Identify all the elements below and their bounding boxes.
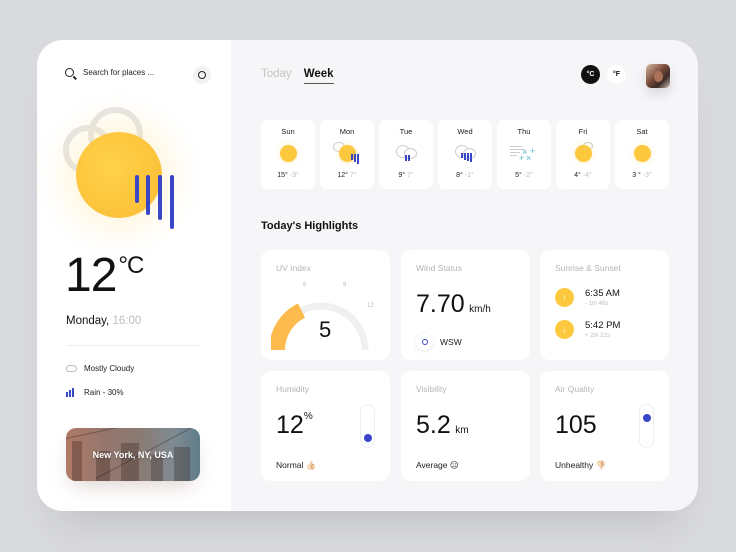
fahrenheit-toggle[interactable]: °F <box>607 65 626 84</box>
uv-value: 5 <box>319 317 332 342</box>
cloud-rain-icon <box>396 142 418 164</box>
sunrise-sunset-card: Sunrise & Sunset ↑ 6:35 AM - 1m 46s ↓ 5:4… <box>540 250 669 360</box>
arrow-down-icon: ↓ <box>555 320 574 339</box>
visibility-value: 5.2 km <box>416 411 469 439</box>
humidity-card: Humidity 12% Normal 👍🏻 <box>261 371 390 481</box>
humidity-value: 12% <box>276 411 313 439</box>
wind-direction: WSW <box>416 333 462 350</box>
sun-icon <box>278 142 300 164</box>
current-day-time: Monday, 16:00 <box>66 315 141 327</box>
rain-icon <box>66 388 78 397</box>
air-quality-value: 105 <box>555 411 597 439</box>
weekly-forecast: Sun 15° -3° Mon 12° 7° Tue 9° 7° Wed 8° … <box>261 120 669 189</box>
current-day: Monday, <box>66 315 110 327</box>
air-quality-level-indicator <box>639 404 654 448</box>
uv-tick: 12 <box>367 303 374 309</box>
sun-cloud-icon <box>573 142 595 164</box>
highlights-title: Today's Highlights <box>261 220 359 232</box>
humidity-level-indicator <box>360 404 375 448</box>
uv-index-card: UV Index 6 9 12 5 <box>261 250 390 360</box>
sun-cloud-rain-icon <box>333 142 359 164</box>
humidity-status: Normal 👍🏻 <box>276 460 317 470</box>
city-name: New York, NY, USA <box>92 449 174 460</box>
crosshair-icon <box>198 71 206 79</box>
forecast-day-card[interactable]: Sun 15° -3° <box>261 120 315 189</box>
search-bar[interactable]: Search for places ... <box>65 68 154 77</box>
wind-speed: 7.70 km/h <box>416 290 491 318</box>
compass-icon <box>416 333 433 350</box>
forecast-day-card[interactable]: Sat 3 ° -3° <box>615 120 669 189</box>
weather-app-window: Search for places ... 12°C Monday, 16:00… <box>37 40 698 511</box>
sun-cloud-rain-illustration-icon <box>63 105 183 235</box>
uv-tick: 9 <box>343 282 347 288</box>
city-card[interactable]: New York, NY, USA <box>66 428 200 481</box>
celsius-toggle[interactable]: °C <box>581 65 600 84</box>
tab-week[interactable]: Week <box>303 68 334 84</box>
sidebar-current-weather: Search for places ... 12°C Monday, 16:00… <box>37 40 231 511</box>
visibility-card: Visibility 5.2 km Average 😐 <box>401 371 530 481</box>
arrow-up-icon: ↑ <box>555 288 574 307</box>
view-tabs: Today Week <box>261 68 334 84</box>
uv-tick: 6 <box>303 282 307 288</box>
divider <box>66 345 201 346</box>
forecast-day-card[interactable]: Wed 8° -1° <box>438 120 492 189</box>
uv-gauge-fill <box>271 303 306 351</box>
forecast-day-card[interactable]: Fri 4° -4° <box>556 120 610 189</box>
search-icon <box>65 68 74 77</box>
current-time: 16:00 <box>112 315 142 327</box>
air-quality-level-dot <box>643 414 651 422</box>
sunrise-row: ↑ 6:35 AM - 1m 46s <box>555 288 620 307</box>
condition-rain: Rain - 30% <box>66 388 124 397</box>
wind-snow-icon: × + + × <box>510 142 536 164</box>
humidity-level-dot <box>364 434 372 443</box>
sunset-row: ↓ 5:42 PM + 2m 22s <box>555 320 620 339</box>
forecast-day-card[interactable]: Mon 12° 7° <box>320 120 374 189</box>
visibility-status: Average 😐 <box>416 460 459 470</box>
forecast-day-card[interactable]: Tue 9° 7° <box>379 120 433 189</box>
search-input[interactable]: Search for places ... <box>83 68 154 77</box>
current-location-button[interactable] <box>193 66 211 84</box>
user-avatar[interactable] <box>646 64 670 88</box>
air-quality-card: Air Quality 105 Unhealthy 👎🏻 <box>540 371 669 481</box>
condition-cloudy: Mostly Cloudy <box>66 364 134 373</box>
current-temperature: 12°C <box>65 249 144 302</box>
tab-today[interactable]: Today <box>261 68 292 84</box>
cloud-icon <box>66 365 78 372</box>
wind-status-card: Wind Status 7.70 km/h WSW <box>401 250 530 360</box>
forecast-day-card[interactable]: Thu × + + × 5° -2° <box>497 120 551 189</box>
sun-icon <box>632 142 654 164</box>
cloud-heavy-rain-icon <box>455 142 477 164</box>
air-quality-status: Unhealthy 👎🏻 <box>555 460 607 470</box>
